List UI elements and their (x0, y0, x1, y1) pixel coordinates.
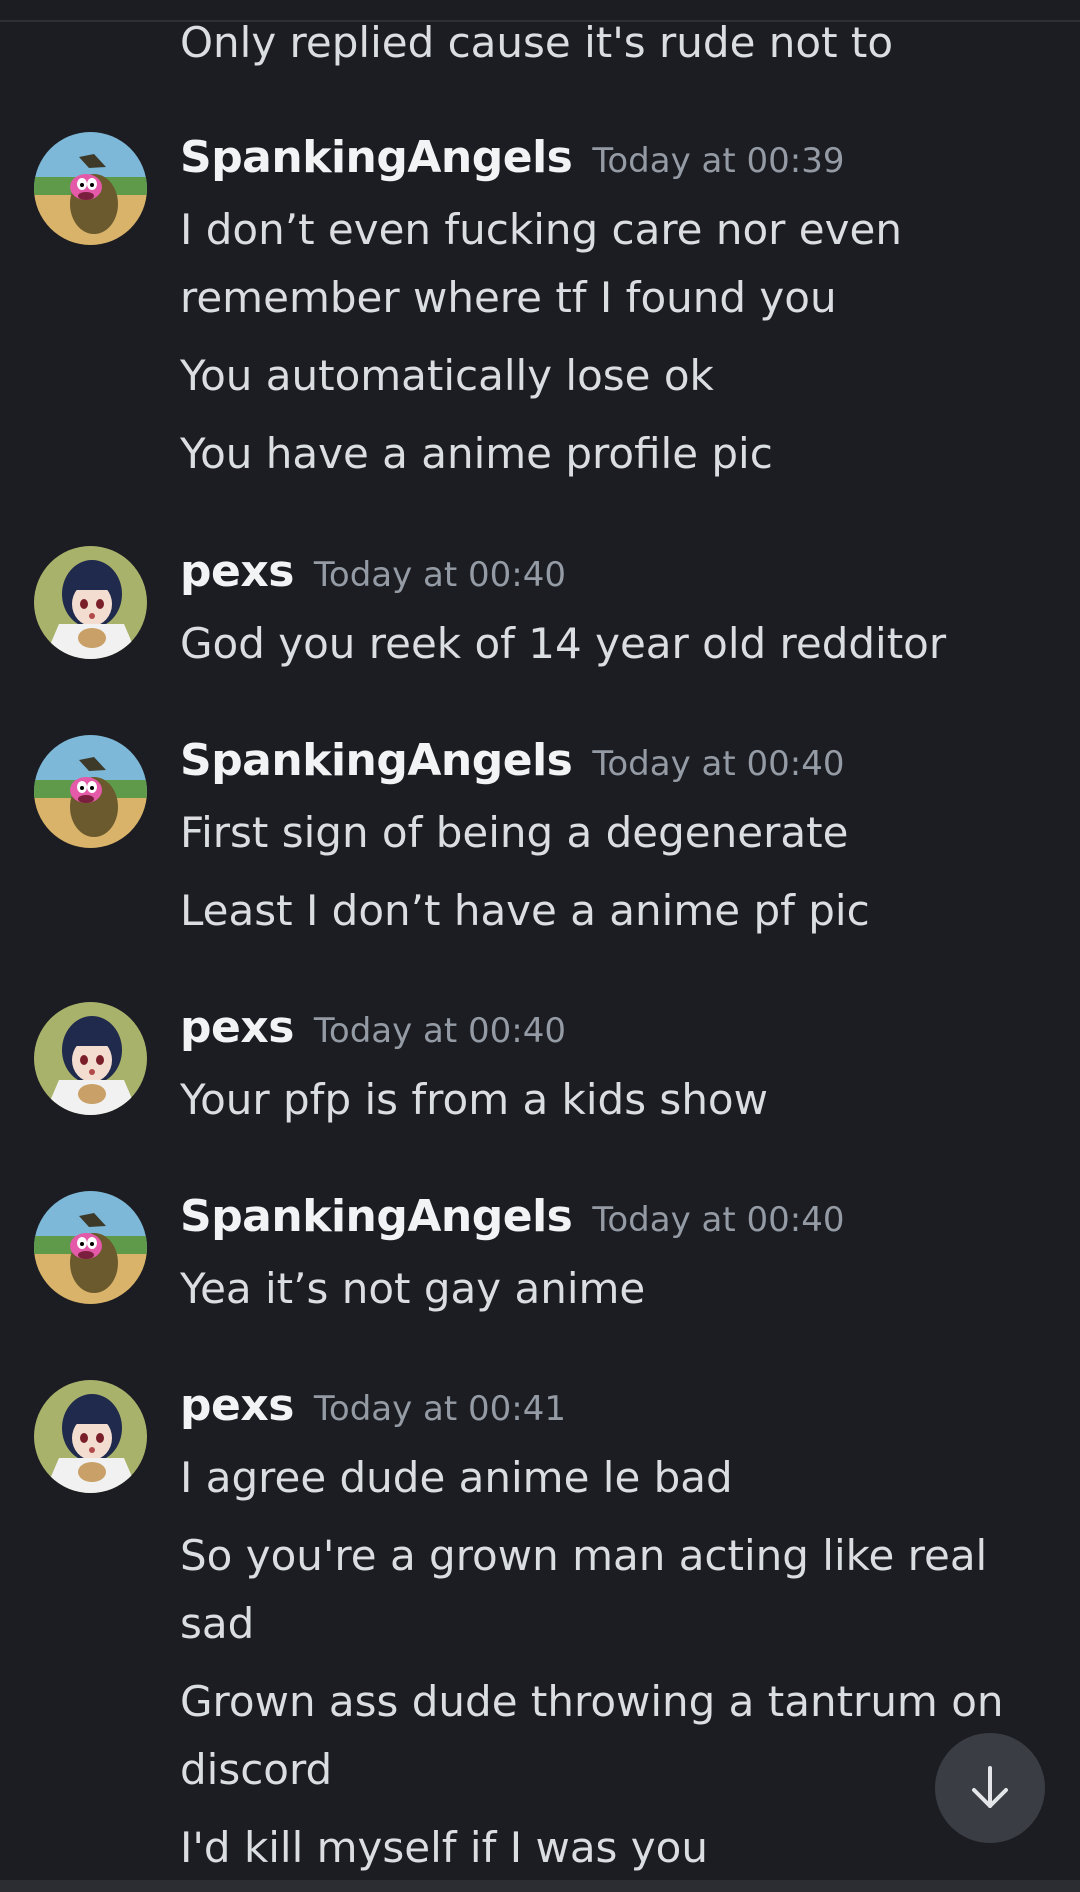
username[interactable]: SpankingAngels (180, 132, 573, 183)
message-text[interactable]: I don’t even fucking care nor even remem… (180, 196, 1030, 332)
message-text[interactable]: Grown ass dude throwing a tantrum on dis… (180, 1668, 1030, 1804)
timestamp: Today at 00:40 (313, 1011, 567, 1051)
avatar-courage-icon (34, 132, 147, 245)
message-header: pexs Today at 00:40 (180, 546, 566, 606)
username[interactable]: pexs (180, 1002, 294, 1053)
message-header: SpankingAngels Today at 00:40 (180, 735, 844, 795)
username[interactable]: SpankingAngels (180, 1191, 573, 1242)
chat-message-list[interactable]: Only replied cause it's rude not to Span… (0, 0, 1080, 1892)
message-text[interactable]: You automatically lose ok (180, 342, 1030, 410)
jump-to-latest-button[interactable] (935, 1733, 1045, 1843)
message-header: SpankingAngels Today at 00:39 (180, 132, 844, 192)
message-header: SpankingAngels Today at 00:40 (180, 1191, 844, 1251)
timestamp: Today at 00:40 (592, 744, 845, 784)
message-header: pexs Today at 00:40 (180, 1002, 566, 1062)
username[interactable]: SpankingAngels (180, 735, 573, 786)
avatar-anime-icon (34, 1380, 147, 1493)
username[interactable]: pexs (180, 1380, 294, 1431)
message-text[interactable]: You have a anime profile pic (180, 420, 1030, 488)
timestamp: Today at 00:40 (592, 1200, 845, 1240)
avatar[interactable] (34, 132, 147, 245)
message-text[interactable]: So you're a grown man acting like real s… (180, 1522, 1030, 1658)
message-text[interactable]: I'd kill myself if I was you (180, 1814, 1030, 1882)
avatar[interactable] (34, 1002, 147, 1115)
message-text[interactable]: God you reek of 14 year old redditor (180, 610, 1030, 678)
message-text[interactable]: I agree dude anime le bad (180, 1444, 1030, 1512)
arrow-down-icon (972, 1766, 1008, 1808)
message-text[interactable]: Only replied cause it's rude not to (180, 18, 893, 68)
avatar[interactable] (34, 1191, 147, 1304)
avatar-anime-icon (34, 1002, 147, 1115)
avatar[interactable] (34, 1380, 147, 1493)
message-header: pexs Today at 00:41 (180, 1380, 566, 1440)
message-text[interactable]: Your pfp is from a kids show (180, 1066, 1030, 1134)
username[interactable]: pexs (180, 546, 294, 597)
avatar-anime-icon (34, 546, 147, 659)
avatar[interactable] (34, 735, 147, 848)
message-text[interactable]: Least I don’t have a anime pf pic (180, 877, 1030, 945)
timestamp: Today at 00:39 (592, 141, 845, 181)
avatar-courage-icon (34, 735, 147, 848)
message-text[interactable]: First sign of being a degenerate (180, 799, 1030, 867)
timestamp: Today at 00:40 (313, 555, 567, 595)
timestamp: Today at 00:41 (313, 1389, 567, 1429)
avatar[interactable] (34, 546, 147, 659)
avatar-courage-icon (34, 1191, 147, 1304)
bottom-bar (0, 1880, 1080, 1892)
message-text[interactable]: Yea it’s not gay anime (180, 1255, 1030, 1323)
